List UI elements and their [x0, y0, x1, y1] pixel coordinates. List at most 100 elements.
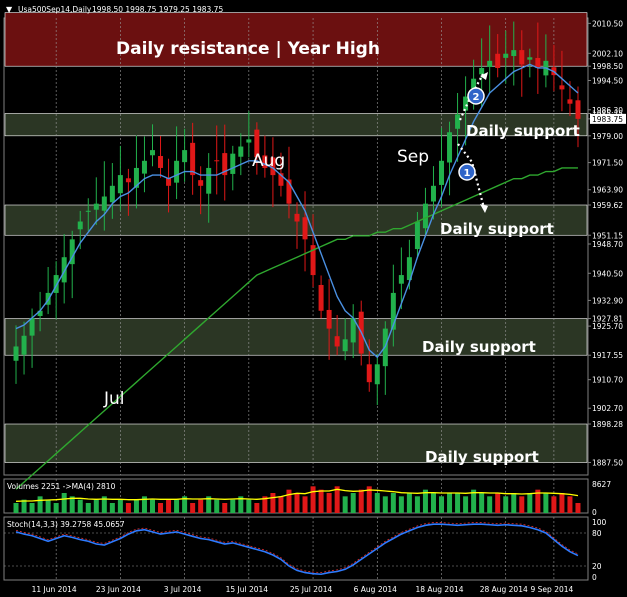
- header-arrow-icon: ▼: [6, 5, 13, 14]
- volume-bar: [133, 499, 139, 513]
- y-tick-label: 1940.50: [592, 269, 623, 278]
- candle-body: [93, 203, 99, 210]
- y-tick-label: 1948.70: [592, 240, 623, 249]
- x-tick-label: 3 Jul 2014: [164, 585, 202, 594]
- y-tick-label: 1925.70: [592, 322, 623, 331]
- volume-bar: [559, 493, 565, 513]
- month-label-aug: Aug: [252, 151, 285, 171]
- candle-body: [85, 210, 91, 212]
- volume-bar: [519, 496, 525, 513]
- candle-body: [487, 60, 493, 68]
- volume-bar: [342, 496, 348, 513]
- candle-body: [125, 178, 131, 183]
- volume-bar: [53, 503, 59, 513]
- volume-bar: [527, 493, 533, 513]
- volume-bar: [310, 486, 316, 513]
- volume-bar: [13, 503, 19, 513]
- support-label-4: Daily support: [425, 448, 539, 466]
- volume-bar: [455, 493, 461, 513]
- stoch-signal-line: [15, 522, 579, 574]
- volume-bar: [198, 499, 204, 513]
- volume-bar: [222, 503, 228, 513]
- volume-bar: [487, 496, 493, 513]
- candle-body: [29, 317, 35, 336]
- y-tick-label: 1979.00: [592, 132, 623, 141]
- marker-1-icon-label: 1: [464, 168, 471, 179]
- candle-body: [439, 160, 445, 185]
- volume-bar: [85, 503, 91, 513]
- stoch-tick-label: 80: [592, 529, 602, 538]
- candle-body: [503, 53, 509, 58]
- candle-body: [414, 221, 420, 250]
- volume-bar: [398, 496, 404, 513]
- volume-bar: [358, 489, 364, 513]
- y-tick-label: 1963.90: [592, 186, 623, 195]
- y-tick-label: 1910.70: [592, 376, 623, 385]
- volume-bar: [270, 493, 276, 513]
- y-tick-label: 1902.70: [592, 404, 623, 413]
- volume-bar: [174, 499, 180, 513]
- candle-body: [326, 309, 332, 329]
- volume-bar: [29, 503, 35, 513]
- x-tick-label: 25 Jul 2014: [290, 585, 333, 594]
- volume-bar: [158, 503, 164, 513]
- candle-body: [77, 221, 83, 230]
- stoch-tick-label: 100: [592, 518, 607, 527]
- candle-body: [422, 203, 428, 229]
- volume-bar: [390, 493, 396, 513]
- volume-bar: [503, 496, 509, 513]
- candle-body: [527, 57, 533, 60]
- candle-body: [479, 67, 485, 75]
- volume-bar: [543, 493, 549, 513]
- volume-bar: [286, 489, 292, 513]
- y-tick-label: 1932.90: [592, 296, 623, 305]
- y-tick-label: 1998.50: [592, 62, 623, 71]
- volume-bar: [302, 496, 308, 513]
- candle-body: [230, 153, 236, 174]
- volume-bar: [567, 496, 573, 513]
- volume-bar: [149, 499, 155, 513]
- volume-max-label: 8627: [592, 480, 611, 489]
- y-tick-label: 2010.50: [592, 19, 623, 28]
- candle-body: [447, 132, 453, 163]
- y-tick-label: 1917.55: [592, 351, 623, 360]
- volume-label: Volumes 2251 ->MA(4) 2810: [7, 482, 116, 491]
- x-tick-label: 11 Jun 2014: [32, 585, 77, 594]
- stoch-tick-label: 0: [592, 573, 597, 582]
- volume-bar: [77, 499, 83, 513]
- month-label-jul: Jul: [103, 389, 125, 409]
- volume-bar: [495, 493, 501, 513]
- y-tick-label: 1971.50: [592, 159, 623, 168]
- candle-body: [206, 167, 212, 194]
- volume-bar: [166, 499, 172, 513]
- candle-body: [430, 185, 436, 202]
- candle-body: [398, 275, 404, 284]
- candle-body: [302, 217, 308, 240]
- candle-body: [511, 50, 517, 57]
- volume-bar: [45, 499, 51, 513]
- y-tick-label: 1994.50: [592, 76, 623, 85]
- main-panel-frame: [3, 17, 589, 476]
- volume-min-label: 0: [592, 508, 597, 517]
- support-label-1: Daily support: [466, 122, 580, 140]
- volume-bar: [430, 493, 436, 513]
- volume-bar: [125, 503, 131, 513]
- y-tick-label: 1951.15: [592, 231, 623, 240]
- volume-bar: [447, 493, 453, 513]
- candle-body: [455, 114, 461, 129]
- candle-body: [567, 99, 573, 104]
- candle-body: [198, 180, 204, 186]
- candle-body: [117, 175, 123, 194]
- candle-body: [575, 100, 581, 119]
- candle-body: [149, 150, 155, 156]
- volume-bar: [278, 496, 284, 513]
- x-tick-label: 15 Jul 2014: [226, 585, 269, 594]
- support-label-2: Daily support: [440, 220, 554, 238]
- volume-bar: [318, 489, 324, 513]
- volume-bar: [350, 493, 356, 513]
- volume-bar: [511, 493, 517, 513]
- volume-bar: [254, 503, 260, 513]
- marker-2-icon-label: 2: [473, 92, 480, 103]
- volume-bar: [246, 499, 252, 513]
- stoch-tick-label: 20: [592, 562, 602, 571]
